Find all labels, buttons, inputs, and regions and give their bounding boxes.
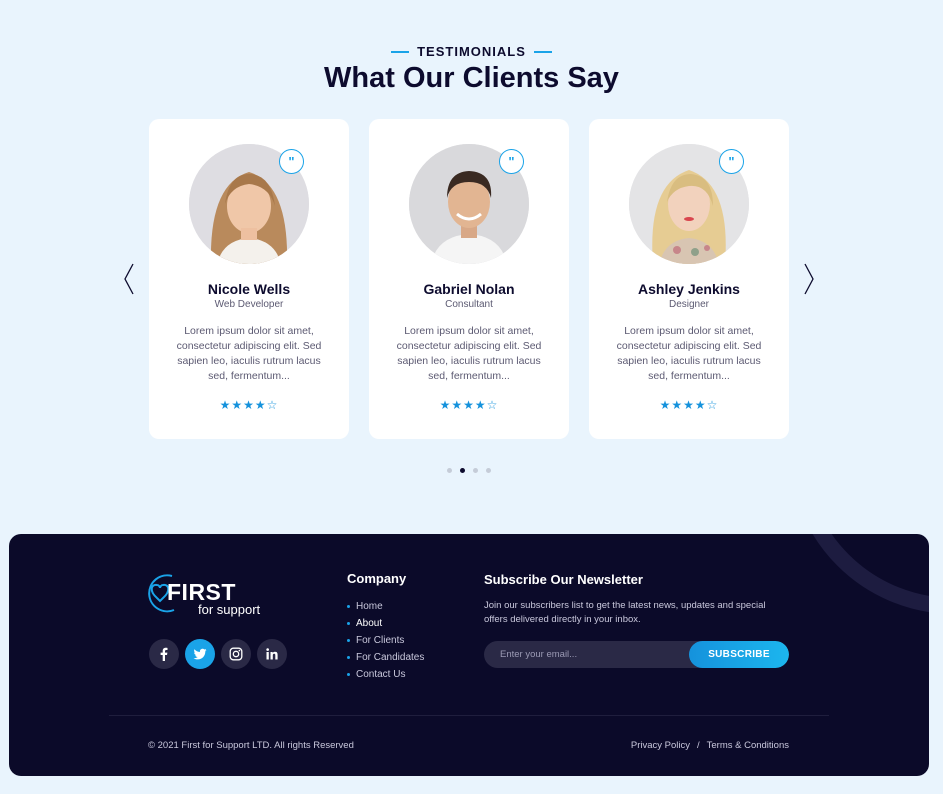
logo-tagline: for support — [198, 602, 261, 617]
testimonial-card: " Ashley Jenkins Designer Lorem ipsum do… — [589, 119, 789, 439]
quote-icon: " — [499, 149, 524, 174]
twitter-icon — [193, 648, 207, 660]
carousel-next-button[interactable] — [802, 262, 816, 296]
footer-logo[interactable]: FIRST for support — [148, 572, 278, 618]
client-role: Designer — [668, 299, 710, 310]
bullet-icon — [347, 622, 350, 625]
footer-link-contact-us[interactable]: Contact Us — [347, 666, 424, 683]
privacy-policy-link[interactable]: Privacy Policy — [631, 740, 690, 751]
social-links — [149, 639, 287, 669]
footer-link-for-clients[interactable]: For Clients — [347, 632, 424, 649]
testimonial-card: " Gabriel Nolan Consultant Lorem ipsum d… — [369, 119, 569, 439]
pagination-dot-active[interactable] — [460, 468, 465, 473]
footer-divider — [109, 715, 829, 716]
newsletter-title: Subscribe Our Newsletter — [484, 572, 643, 587]
copyright-text: © 2021 First for Support LTD. All rights… — [148, 740, 354, 751]
client-quote: Lorem ipsum dolor sit amet, consectetur … — [616, 325, 762, 382]
quote-icon: " — [279, 149, 304, 174]
bullet-icon — [347, 605, 350, 608]
linkedin-link[interactable] — [257, 639, 287, 669]
star-rating: ★★★★☆ — [659, 398, 719, 412]
client-name: Nicole Wells — [207, 281, 291, 297]
pagination-dot[interactable] — [473, 468, 478, 473]
quote-icon: " — [719, 149, 744, 174]
section-headline: What Our Clients Say — [324, 62, 619, 94]
client-quote: Lorem ipsum dolor sit amet, consectetur … — [176, 325, 322, 382]
client-name: Ashley Jenkins — [638, 281, 740, 297]
chevron-left-icon — [124, 263, 134, 295]
facebook-icon — [160, 647, 168, 661]
footer-link-home[interactable]: Home — [347, 598, 424, 615]
subscribe-button[interactable]: SUBSCRIBE — [689, 641, 789, 668]
testimonial-card: " Nicole Wells Web Developer Lorem ipsum… — [149, 119, 349, 439]
twitter-link[interactable] — [185, 639, 215, 669]
company-column: Company Home About For Clients For Candi… — [347, 571, 424, 683]
eyebrow-dash-right — [533, 50, 552, 53]
footer-link-about[interactable]: About — [347, 615, 424, 632]
linkedin-icon — [266, 648, 278, 660]
pagination-dot[interactable] — [447, 468, 452, 473]
eyebrow-label: TESTIMONIALS — [417, 44, 526, 59]
email-input[interactable] — [484, 641, 689, 668]
client-role: Consultant — [445, 299, 493, 310]
pagination-dot[interactable] — [486, 468, 491, 473]
carousel-pagination — [447, 468, 491, 473]
newsletter-description: Join our subscribers list to get the lat… — [484, 600, 766, 625]
bullet-icon — [347, 656, 350, 659]
client-name: Gabriel Nolan — [423, 281, 515, 297]
eyebrow-dash-left — [391, 50, 410, 53]
company-links: Home About For Clients For Candidates Co… — [347, 598, 424, 683]
newsletter-column: Subscribe Our Newsletter Join our subscr… — [484, 572, 794, 627]
instagram-link[interactable] — [221, 639, 251, 669]
chevron-right-icon — [804, 263, 814, 295]
star-rating: ★★★★☆ — [219, 398, 279, 412]
legal-links: Privacy Policy / Terms & Conditions — [631, 740, 789, 751]
client-quote: Lorem ipsum dolor sit amet, consectetur … — [396, 325, 542, 382]
star-rating: ★★★★☆ — [439, 398, 499, 412]
instagram-icon — [229, 647, 243, 661]
company-title: Company — [347, 571, 407, 586]
decorative-ring — [789, 534, 929, 614]
carousel-prev-button[interactable] — [122, 262, 136, 296]
terms-conditions-link[interactable]: Terms & Conditions — [707, 740, 789, 751]
legal-separator: / — [696, 740, 700, 751]
section-eyebrow: TESTIMONIALS — [0, 44, 943, 59]
bullet-icon — [347, 673, 350, 676]
footer-link-for-candidates[interactable]: For Candidates — [347, 649, 424, 666]
client-role: Web Developer — [214, 299, 284, 310]
newsletter-form: SUBSCRIBE — [484, 641, 789, 668]
bullet-icon — [347, 639, 350, 642]
facebook-link[interactable] — [149, 639, 179, 669]
site-footer: FIRST for support Company Home About For… — [9, 534, 929, 776]
